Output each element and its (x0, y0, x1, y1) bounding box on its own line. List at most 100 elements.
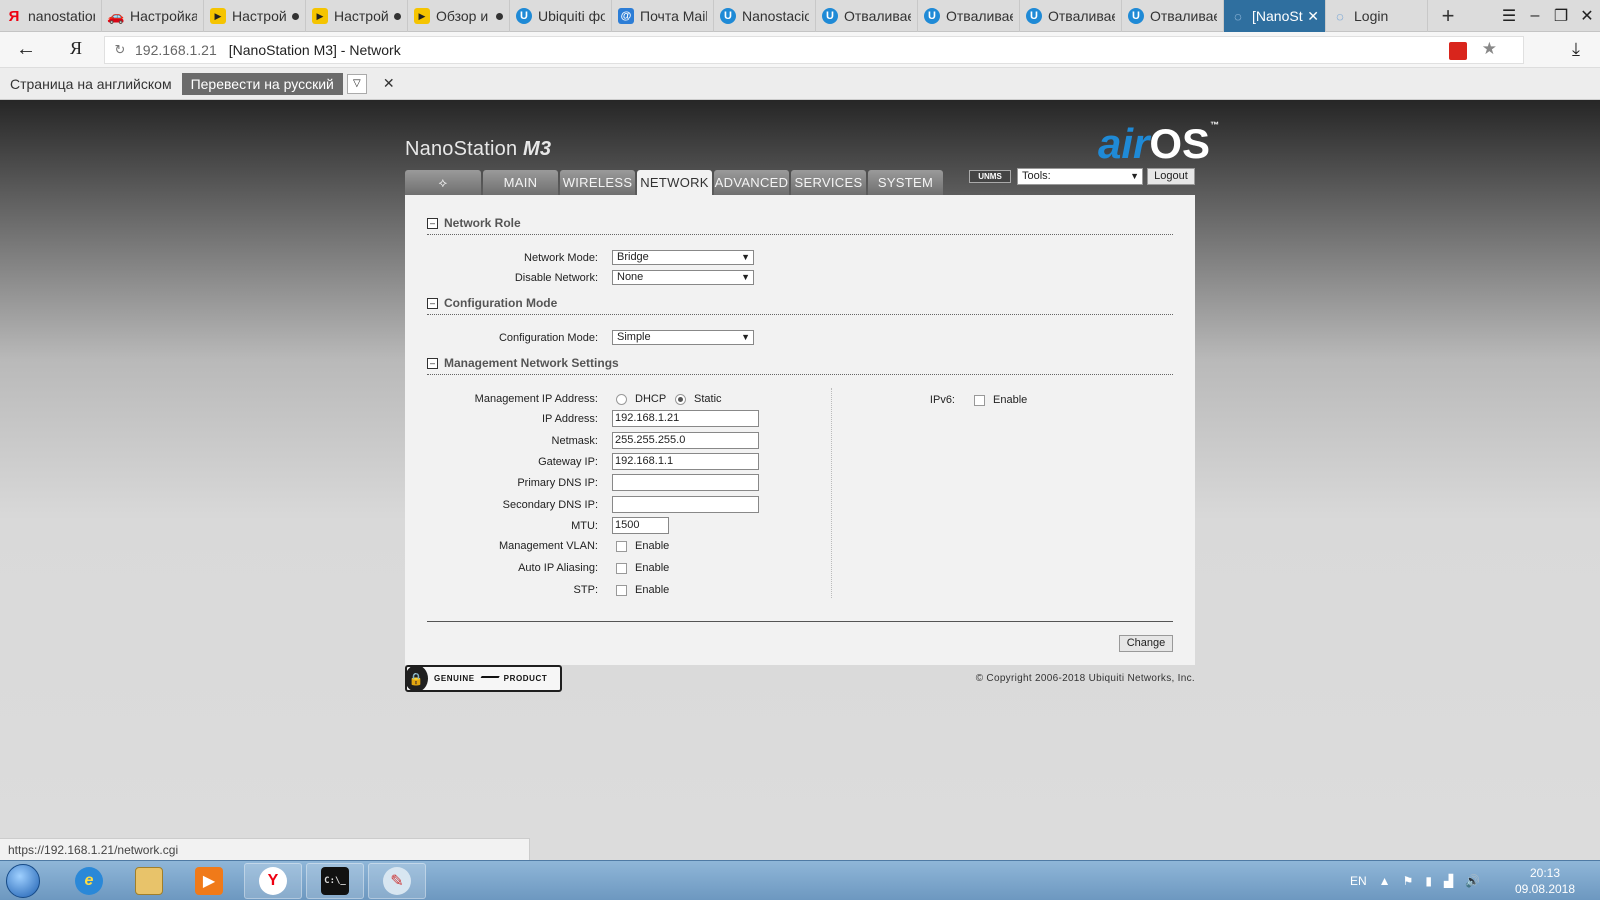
language-indicator[interactable]: EN (1350, 874, 1367, 888)
section-network-role: – Network Role (427, 215, 1173, 235)
reload-icon[interactable]: ↻ (105, 42, 135, 58)
browser-tab[interactable]: U Nanostacio (714, 0, 816, 32)
collapse-icon[interactable]: – (427, 358, 438, 369)
logout-button[interactable]: Logout (1147, 168, 1195, 185)
minimize-icon[interactable]: – (1522, 0, 1548, 32)
wireless-icon: ◌ (1234, 8, 1242, 24)
browser-tab[interactable]: @ Почта Mail (612, 0, 714, 32)
unms-badge[interactable]: UNMS (969, 170, 1011, 183)
taskbar-paint[interactable]: ✎ (368, 863, 426, 899)
new-tab-button[interactable]: + (1428, 0, 1468, 32)
ubiquiti-icon: U (822, 8, 838, 24)
stp-label: STP: (573, 584, 598, 596)
volume-icon[interactable]: 🔊 (1465, 874, 1480, 888)
yandex-icon: Я (8, 7, 20, 25)
tools-select[interactable]: Tools: ▼ (1017, 168, 1143, 185)
tab-system[interactable]: SYSTEM (868, 170, 943, 195)
browser-tab[interactable]: U Отваливае (918, 0, 1020, 32)
ipv6-enable-label: Enable (993, 394, 1028, 406)
auto-ip-aliasing-checkbox[interactable] (616, 563, 627, 574)
menu-icon[interactable]: ☰ (1496, 0, 1522, 32)
dhcp-radio[interactable] (616, 394, 627, 405)
url-field[interactable]: ↻ 192.168.1.21 [NanoStation M3] - Networ… (104, 36, 1524, 64)
browser-tab[interactable]: ▶ Настрой (204, 0, 306, 32)
tab-main[interactable]: MAIN (483, 170, 558, 195)
translate-bar: Страница на английском Перевести на русс… (0, 68, 1600, 100)
netmask-field[interactable]: 255.255.255.0 (612, 432, 759, 449)
taskbar-yandex-browser[interactable]: Y (244, 863, 302, 899)
browser-tab-strip: Яnanostation 🚗 Настройка ▶ Настрой ▶ Настро… (0, 0, 1600, 32)
dropdown-arrow-icon: ▼ (1130, 171, 1139, 181)
taskbar-media[interactable]: ▶ (180, 863, 238, 899)
clock[interactable]: 20:13 09.08.2018 (1510, 865, 1580, 897)
translate-button[interactable]: Перевести на русский (181, 72, 343, 95)
configuration-mode-select[interactable]: Simple ▼ (612, 330, 754, 345)
mtu-field[interactable]: 1500 (612, 517, 669, 534)
browser-tab[interactable]: ▶ Настрой (306, 0, 408, 32)
browser-tab-active[interactable]: ◌ [NanoSt ✕ (1224, 0, 1326, 32)
bookmark-star-icon[interactable]: ★ (1482, 39, 1497, 59)
ubiquiti-icon: U (1026, 8, 1042, 24)
close-translate-icon[interactable]: ✕ (383, 75, 395, 92)
secondary-dns-field[interactable] (612, 496, 759, 513)
network-mode-label: Network Mode: (524, 252, 598, 264)
insecure-shield-icon[interactable] (1449, 42, 1467, 60)
close-window-icon[interactable]: ✕ (1574, 0, 1600, 32)
stp-enable-label: Enable (635, 584, 670, 596)
browser-tab[interactable]: ◌ Login (1326, 0, 1428, 32)
product-name: NanoStation M3 (405, 138, 552, 160)
browser-tab[interactable]: Яnanostation (0, 0, 102, 32)
ubiquiti-icon: U (516, 8, 532, 24)
ipv6-label: IPv6: (929, 394, 955, 406)
address-bar: ← Я ↻ 192.168.1.21 [NanoStation M3] - Ne… (0, 32, 1600, 68)
window-controls: ☰ – ❐ ✕ (1496, 0, 1600, 32)
static-radio[interactable] (675, 394, 686, 405)
change-button[interactable]: Change (1119, 635, 1173, 652)
browser-tab[interactable]: 🚗 Настройка (102, 0, 204, 32)
stp-checkbox[interactable] (616, 585, 627, 596)
ipv6-checkbox[interactable] (974, 395, 985, 406)
battery-icon[interactable]: ▮ (1425, 874, 1432, 888)
folder-icon (135, 867, 163, 895)
taskbar-ie[interactable]: e (60, 863, 118, 899)
browser-tab[interactable]: ▶ Обзор и (408, 0, 510, 32)
tab-ubiquiti-logo[interactable]: ⟡ (405, 170, 481, 195)
network-mode-select[interactable]: Bridge ▼ (612, 250, 754, 265)
ie-icon: e (75, 867, 103, 895)
taskbar-cmd[interactable]: C:\_ (306, 863, 364, 899)
tab-wireless[interactable]: WIRELESS (560, 170, 635, 195)
mgmt-vlan-checkbox[interactable] (616, 541, 627, 552)
browser-tab[interactable]: U Отваливае (1020, 0, 1122, 32)
airos-nav-tabs: ⟡ MAIN WIRELESS NETWORK ADVANCED SERVICE… (405, 170, 945, 195)
ubiquiti-logo-icon (477, 675, 500, 682)
tab-advanced[interactable]: ADVANCED (714, 170, 789, 195)
collapse-icon[interactable]: – (427, 218, 438, 229)
tray-expand-icon[interactable]: ▲ (1379, 874, 1391, 888)
yandex-logo[interactable]: Я (70, 38, 82, 59)
download-icon[interactable]: ⤓ (1572, 39, 1580, 60)
gateway-field[interactable]: 192.168.1.1 (612, 453, 759, 470)
signal-icon[interactable]: ▟ (1444, 874, 1453, 888)
url-host: 192.168.1.21 (135, 42, 217, 58)
browser-tab[interactable]: U Отваливае (1122, 0, 1224, 32)
taskbar: e ▶ Y C:\_ ✎ EN ▲ ⚑ ▮ ▟ 🔊 20:13 09.08.20… (0, 860, 1600, 900)
taskbar-explorer[interactable] (120, 863, 178, 899)
translate-message: Страница на английском (10, 75, 172, 92)
browser-tab[interactable]: U Отваливае (816, 0, 918, 32)
ip-address-field[interactable]: 192.168.1.21 (612, 410, 759, 427)
restore-icon[interactable]: ❐ (1548, 0, 1574, 32)
close-tab-icon[interactable]: ✕ (1307, 8, 1319, 25)
translate-options-icon[interactable]: ▽ (346, 73, 367, 94)
copyright: © Copyright 2006-2018 Ubiquiti Networks,… (975, 673, 1195, 684)
network-warning-icon[interactable]: ⚑ (1403, 874, 1414, 888)
disable-network-select[interactable]: None ▼ (612, 270, 754, 285)
start-button[interactable] (6, 864, 40, 898)
netmask-label: Netmask: (551, 435, 598, 447)
section-management-network: – Management Network Settings (427, 355, 1173, 375)
back-arrow-icon[interactable]: ← (16, 38, 36, 61)
tab-network[interactable]: NETWORK (637, 170, 712, 195)
primary-dns-field[interactable] (612, 474, 759, 491)
browser-tab[interactable]: U Ubiquiti фо (510, 0, 612, 32)
collapse-icon[interactable]: – (427, 298, 438, 309)
tab-services[interactable]: SERVICES (791, 170, 866, 195)
